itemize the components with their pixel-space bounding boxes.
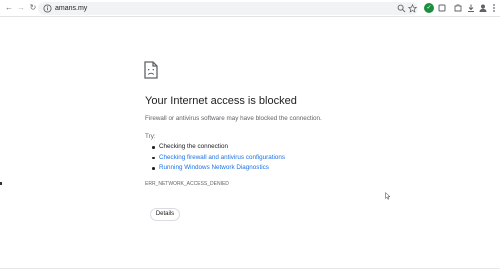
back-button[interactable]: ← <box>4 3 14 13</box>
star-icon[interactable] <box>408 4 417 13</box>
extension-green-icon[interactable]: ✓ <box>424 3 434 13</box>
try-label: Try: <box>145 133 156 140</box>
suggestion-check-connection: Checking the connection <box>151 142 285 153</box>
window-edge-marker <box>0 182 2 185</box>
details-button[interactable]: Details <box>150 208 180 221</box>
browser-toolbar: ← → ↻ amans.my ✓ <box>0 0 500 17</box>
profile-icon[interactable] <box>478 3 488 13</box>
forward-button[interactable]: → <box>16 3 26 13</box>
reload-button[interactable]: ↻ <box>28 3 38 13</box>
search-icon[interactable] <box>397 4 406 13</box>
address-bar[interactable]: amans.my <box>38 2 418 15</box>
puzzle-icon[interactable] <box>453 3 463 13</box>
suggestion-list: Checking the connection Checking firewal… <box>151 142 285 174</box>
url-text[interactable]: amans.my <box>55 3 87 14</box>
download-icon[interactable] <box>466 3 476 13</box>
site-info-icon[interactable] <box>43 4 52 13</box>
error-page: Your Internet access is blocked Firewall… <box>0 17 500 269</box>
extension-icon[interactable] <box>437 3 447 13</box>
suggestion-diagnostics-link[interactable]: Running Windows Network Diagnostics <box>151 163 285 174</box>
page-title: Your Internet access is blocked <box>145 95 297 107</box>
mouse-cursor-icon <box>385 192 390 200</box>
page-subtitle: Firewall or antivirus software may have … <box>145 115 322 122</box>
suggestion-firewall-link[interactable]: Checking firewall and antivirus configur… <box>151 153 285 164</box>
more-menu-icon[interactable] <box>489 3 499 13</box>
error-code: ERR_NETWORK_ACCESS_DENIED <box>145 181 229 187</box>
sad-document-icon <box>144 61 158 79</box>
